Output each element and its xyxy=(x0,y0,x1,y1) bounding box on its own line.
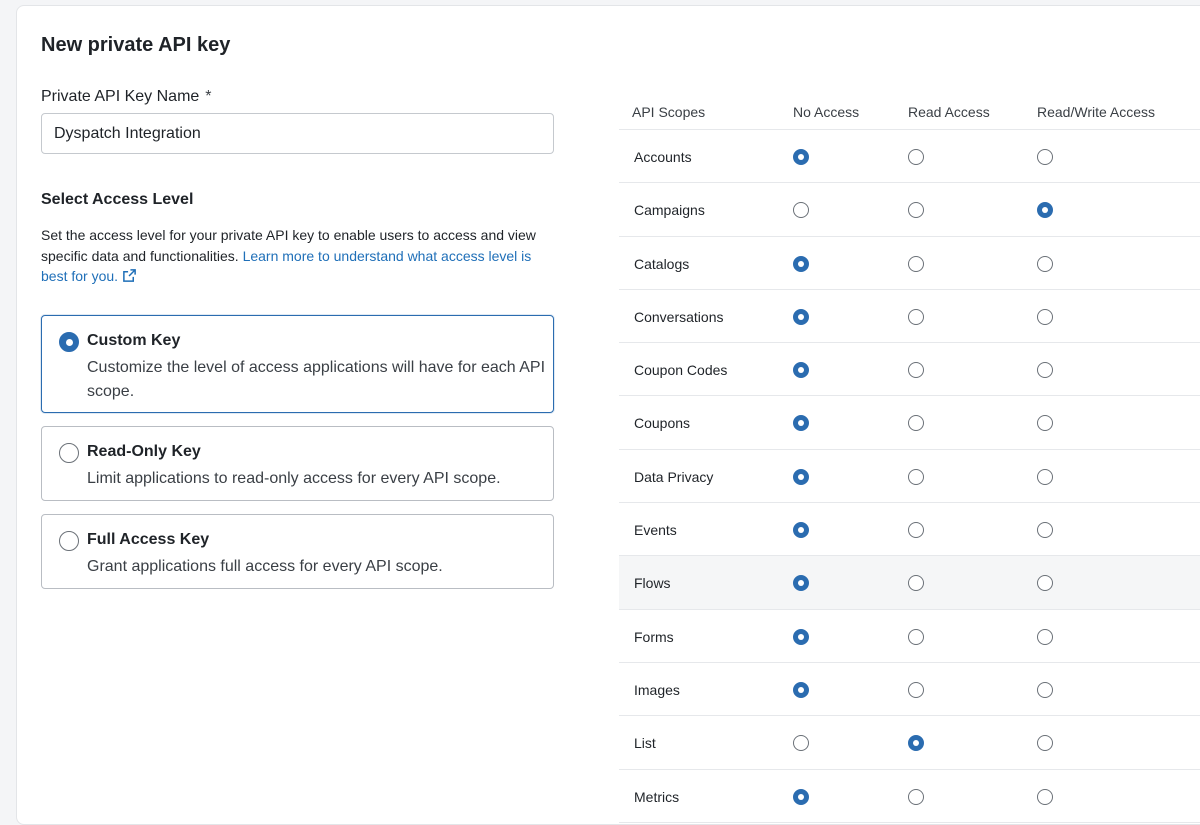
table-row: Campaigns xyxy=(619,183,1200,237)
page-title: New private API key xyxy=(41,34,231,56)
access-level-description: Set the access level for your private AP… xyxy=(41,225,561,287)
custom-key-radio[interactable] xyxy=(59,332,79,352)
scope-name: Accounts xyxy=(634,149,692,165)
option-custom-key[interactable]: Custom Key Customize the level of access… xyxy=(41,315,554,413)
read-write-access-radio[interactable] xyxy=(1037,681,1053,698)
api-scopes-table: API Scopes No Access Read Access Read/Wr… xyxy=(619,94,1200,823)
no-access-radio[interactable] xyxy=(793,255,809,272)
no-access-radio[interactable] xyxy=(793,522,809,539)
read-access-radio[interactable] xyxy=(908,362,924,379)
scopes-table-body: Accounts Campaigns Catalogs Conversations Co… xyxy=(619,130,1200,823)
table-row: Events xyxy=(619,503,1200,557)
read-access-radio[interactable] xyxy=(908,255,924,272)
read-write-access-radio[interactable] xyxy=(1037,628,1053,645)
read-write-access-radio[interactable] xyxy=(1037,468,1053,485)
no-access-radio[interactable] xyxy=(793,681,809,698)
name-field-label-text: Private API Key Name xyxy=(41,88,200,105)
table-row: List xyxy=(619,716,1200,770)
scope-name: Forms xyxy=(634,628,674,645)
external-link-icon xyxy=(123,269,136,282)
full-access-key-title: Full Access Key xyxy=(87,531,210,548)
no-access-radio[interactable] xyxy=(793,628,809,645)
access-level-title: Select Access Level xyxy=(41,191,194,208)
no-access-radio[interactable] xyxy=(793,202,809,219)
no-access-radio[interactable] xyxy=(793,575,809,592)
read-write-access-radio[interactable] xyxy=(1037,255,1053,272)
header-no-access: No Access xyxy=(793,104,860,120)
required-mark: * xyxy=(205,88,212,105)
read-only-key-radio[interactable] xyxy=(59,443,79,463)
header-api-scopes: API Scopes xyxy=(632,104,706,120)
read-write-access-radio[interactable] xyxy=(1037,149,1053,165)
read-access-radio[interactable] xyxy=(908,681,924,698)
table-row: Metrics xyxy=(619,770,1200,823)
no-access-radio[interactable] xyxy=(793,415,809,432)
scope-name: List xyxy=(634,735,656,752)
no-access-radio[interactable] xyxy=(793,362,809,379)
read-only-key-title: Read-Only Key xyxy=(87,443,201,460)
full-access-key-radio[interactable] xyxy=(59,531,79,551)
read-write-access-radio[interactable] xyxy=(1037,575,1053,592)
table-row: Catalogs xyxy=(619,237,1200,290)
scope-name: Coupon Codes xyxy=(634,362,728,379)
read-access-radio[interactable] xyxy=(908,308,924,325)
read-access-radio[interactable] xyxy=(908,788,924,805)
table-row: Conversations xyxy=(619,290,1200,344)
scope-name: Data Privacy xyxy=(634,468,714,485)
table-row: Flows xyxy=(619,556,1200,610)
custom-key-description: Customize the level of access applicatio… xyxy=(87,359,546,400)
no-access-radio[interactable] xyxy=(793,308,809,325)
read-write-access-radio[interactable] xyxy=(1037,788,1053,805)
custom-key-title: Custom Key xyxy=(87,332,181,349)
table-row: Data Privacy xyxy=(619,450,1200,504)
read-access-radio[interactable] xyxy=(908,202,924,219)
no-access-radio[interactable] xyxy=(793,149,809,165)
table-row: Forms xyxy=(619,610,1200,663)
read-write-access-radio[interactable] xyxy=(1037,735,1053,752)
scope-name: Catalogs xyxy=(634,255,690,272)
option-full-access-key[interactable]: Full Access Key Grant applications full … xyxy=(41,514,554,589)
no-access-radio[interactable] xyxy=(793,468,809,485)
full-access-key-description: Grant applications full access for every… xyxy=(87,558,443,575)
scope-name: Images xyxy=(634,681,680,698)
read-write-access-radio[interactable] xyxy=(1037,522,1053,539)
scopes-table-header: API Scopes No Access Read Access Read/Wr… xyxy=(619,94,1200,130)
table-row: Coupons xyxy=(619,396,1200,450)
read-access-radio[interactable] xyxy=(908,575,924,592)
option-read-only-key[interactable]: Read-Only Key Limit applications to read… xyxy=(41,426,554,501)
read-write-access-radio[interactable] xyxy=(1037,415,1053,432)
read-access-radio[interactable] xyxy=(908,149,924,165)
read-access-radio[interactable] xyxy=(908,628,924,645)
no-access-radio[interactable] xyxy=(793,735,809,752)
read-access-radio[interactable] xyxy=(908,415,924,432)
header-read-write-access: Read/Write Access xyxy=(1037,104,1156,120)
scope-name: Campaigns xyxy=(634,202,705,219)
scope-name: Metrics xyxy=(634,788,680,805)
read-write-access-radio[interactable] xyxy=(1037,362,1053,379)
name-field-label: Private API Key Name * xyxy=(41,88,212,106)
table-row: Coupon Codes xyxy=(619,343,1200,397)
no-access-radio[interactable] xyxy=(793,788,809,805)
read-only-key-description: Limit applications to read-only access f… xyxy=(87,470,501,487)
header-read-access: Read Access xyxy=(908,104,990,120)
scope-name: Flows xyxy=(634,575,671,592)
table-row: Accounts xyxy=(619,130,1200,184)
api-key-form-card: New private API key Private API Key Name… xyxy=(16,5,1200,825)
api-key-name-input[interactable] xyxy=(41,113,554,154)
scope-name: Conversations xyxy=(634,308,724,325)
read-write-access-radio[interactable] xyxy=(1037,202,1053,219)
read-access-radio[interactable] xyxy=(908,735,924,752)
scope-name: Coupons xyxy=(634,415,691,432)
read-write-access-radio[interactable] xyxy=(1037,308,1053,325)
read-access-radio[interactable] xyxy=(908,468,924,485)
scope-name: Events xyxy=(634,522,677,539)
read-access-radio[interactable] xyxy=(908,522,924,539)
table-row: Images xyxy=(619,663,1200,717)
